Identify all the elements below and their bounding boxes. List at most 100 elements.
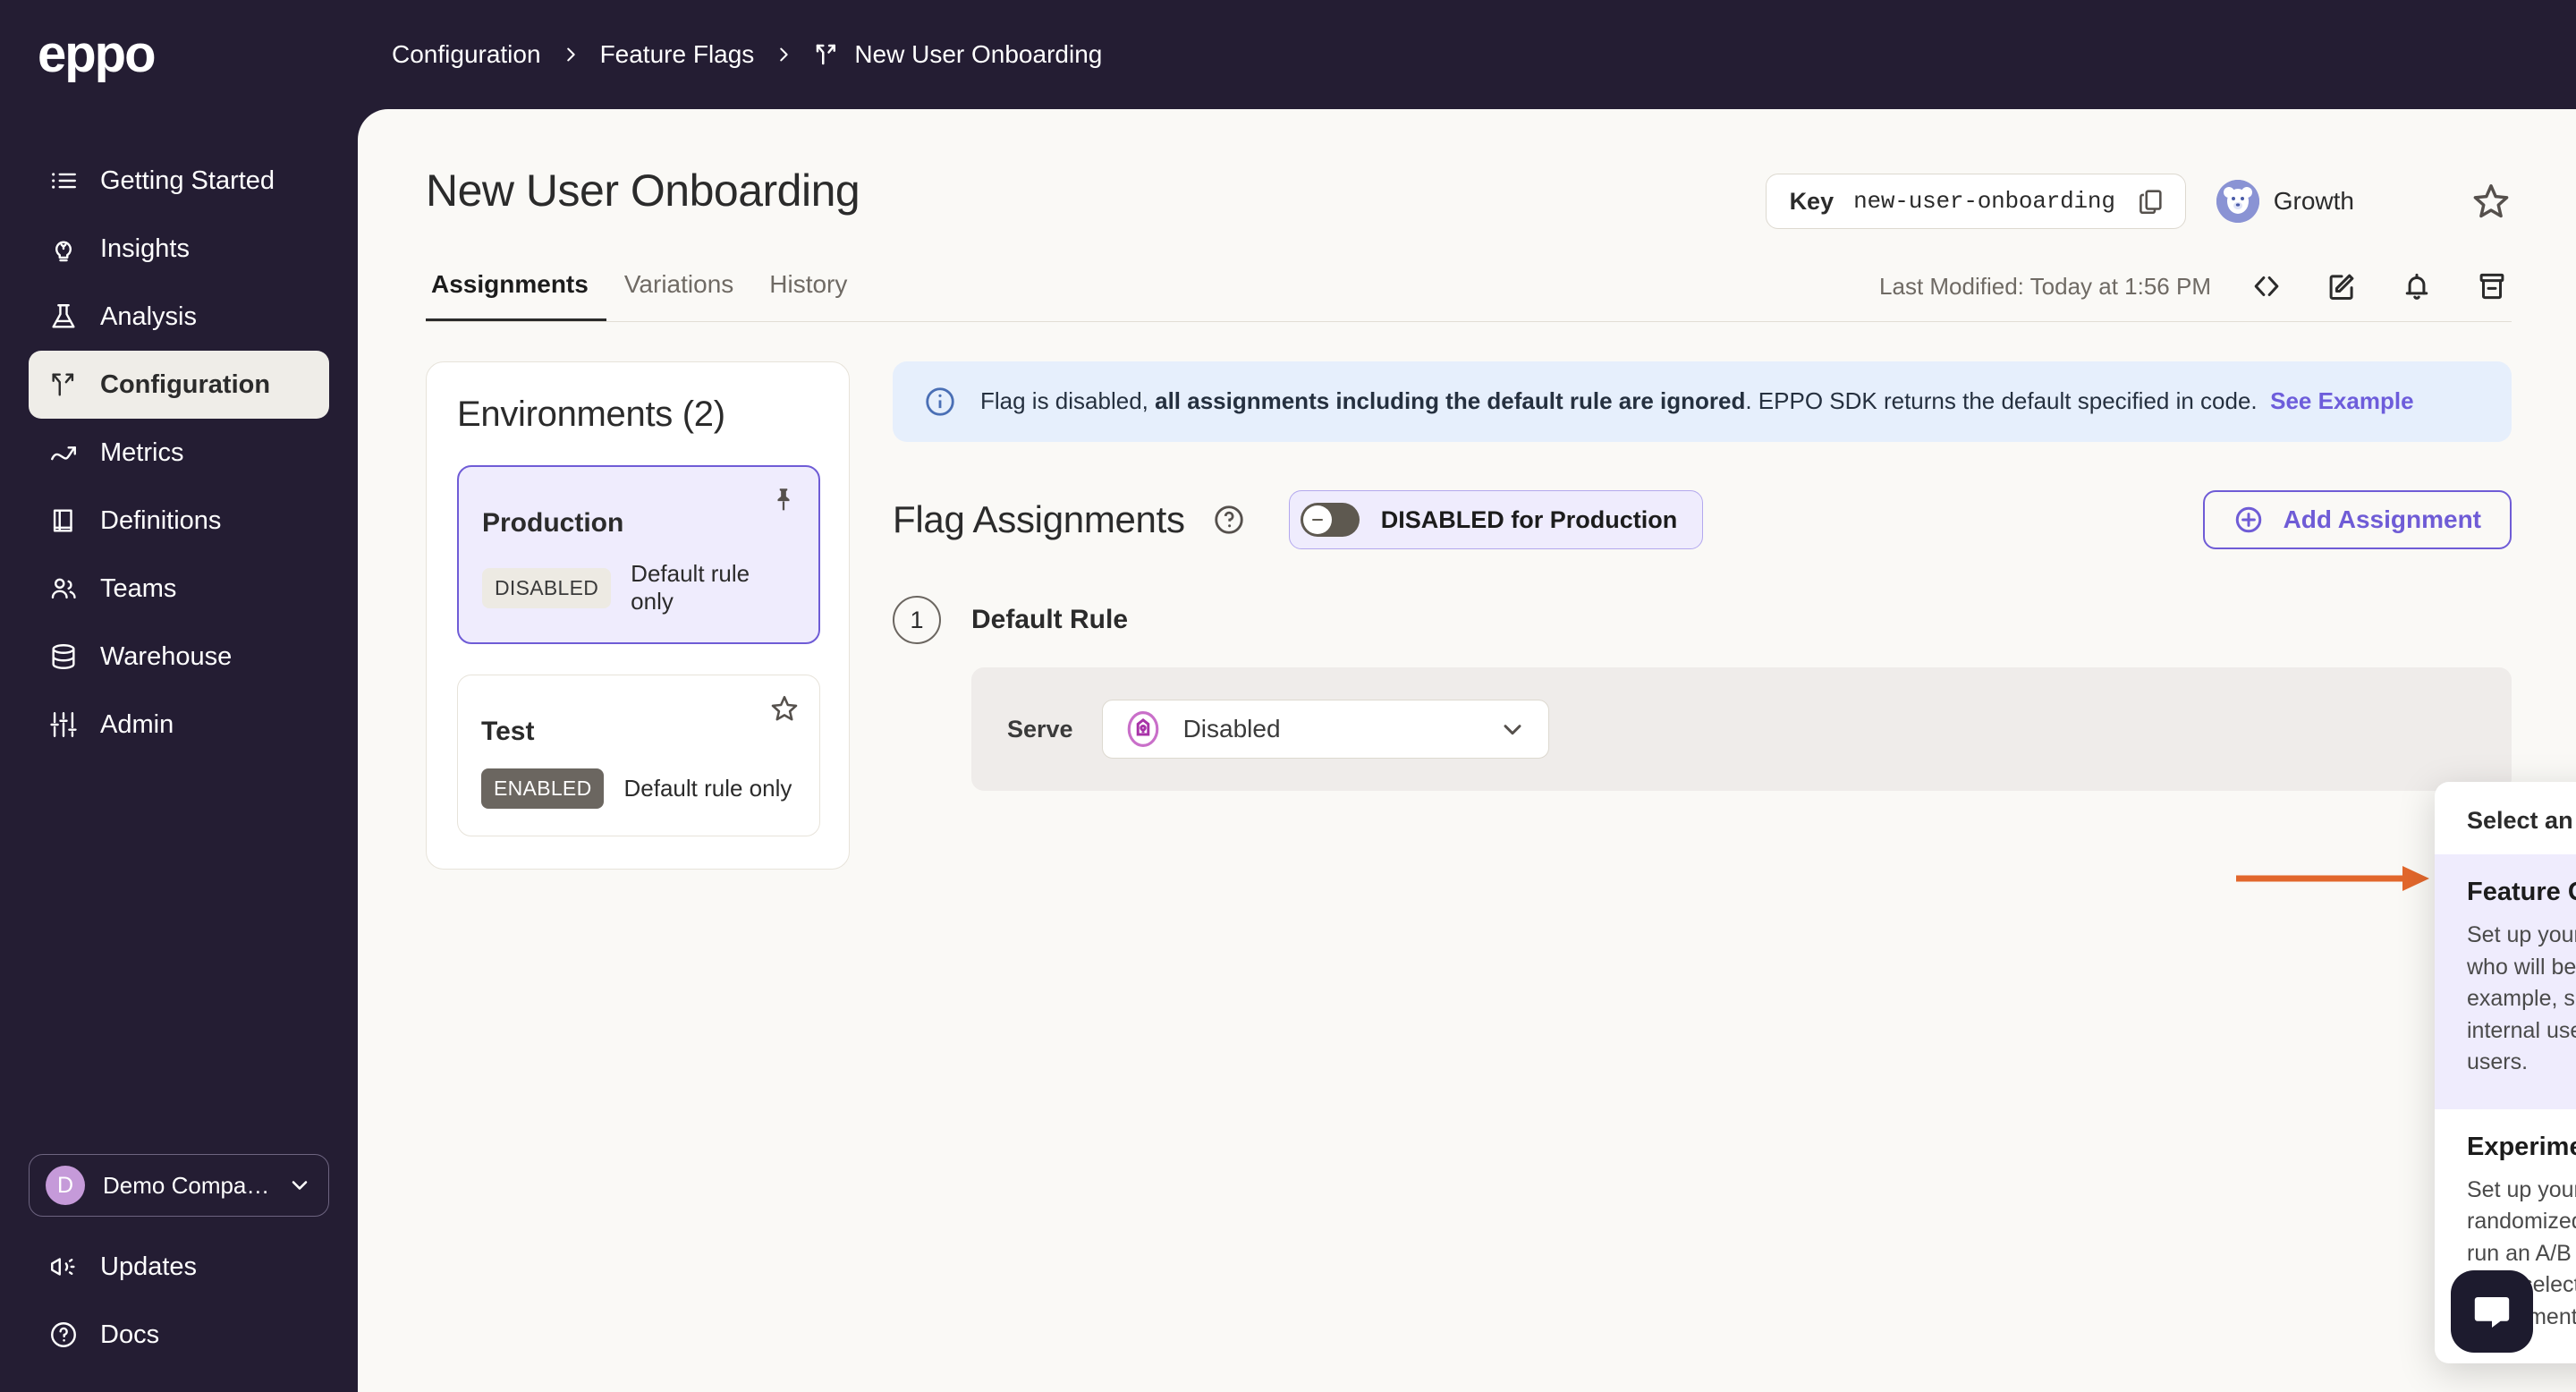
flag-key-label: Key <box>1789 187 1835 215</box>
code-brackets-icon[interactable] <box>2247 267 2286 306</box>
content-panel: New User Onboarding Key new-user-onboard… <box>358 109 2576 1392</box>
environment-card-test[interactable]: Test ENABLED Default rule only <box>457 675 820 836</box>
tab-assignments[interactable]: Assignments <box>426 270 606 322</box>
breadcrumb: Configuration Feature Flags New User Onb… <box>392 40 1102 69</box>
dropdown-header: Select an Assignment type <box>2467 807 2576 834</box>
banner-text-bold: all assignments including the default ru… <box>1155 387 1746 415</box>
flag-key-value: new-user-onboarding <box>1853 188 2115 215</box>
page-header: New User Onboarding Key new-user-onboard… <box>358 109 2576 229</box>
lightbulb-icon <box>48 233 79 264</box>
star-outline-icon[interactable] <box>2470 181 2512 222</box>
see-example-link[interactable]: See Example <box>2270 387 2413 414</box>
dropdown-option-desc: Set up your assignment to define who wil… <box>2467 922 2576 1074</box>
database-icon <box>48 641 79 672</box>
chat-launcher-button[interactable] <box>2451 1270 2533 1353</box>
add-assignment-label: Add Assignment <box>2283 505 2481 533</box>
archive-icon[interactable] <box>2472 267 2512 306</box>
list-icon <box>48 166 79 196</box>
flag-assignments-title: Flag Assignments <box>893 498 1185 540</box>
sidebar-item-configuration[interactable]: Configuration <box>29 351 329 419</box>
environment-card-production[interactable]: Production DISABLED Default rule only <box>457 465 820 644</box>
environment-meta: DISABLED Default rule only <box>482 560 795 615</box>
sidebar-item-metrics[interactable]: Metrics <box>29 419 329 487</box>
megaphone-icon <box>48 1252 79 1282</box>
serve-variant-select[interactable]: Disabled <box>1101 700 1549 759</box>
bear-avatar-icon <box>2216 180 2259 223</box>
sidebar-item-updates[interactable]: Updates <box>29 1233 329 1301</box>
serve-value: Disabled <box>1182 715 1281 743</box>
status-badge: ENABLED <box>481 768 605 809</box>
chevron-right-icon <box>561 43 580 66</box>
environments-panel: Environments (2) Production DISABLED Def… <box>426 361 850 870</box>
sidebar-nav: Getting Started Insights Analysis Config… <box>0 147 358 759</box>
chat-bubble-icon <box>2474 1297 2510 1328</box>
environment-meta: ENABLED Default rule only <box>481 768 796 809</box>
app-root: eppo Getting Started Insights Analysis C… <box>0 0 2576 1392</box>
flag-key-field: Key new-user-onboarding <box>1765 174 2186 229</box>
sidebar-item-warehouse[interactable]: Warehouse <box>29 623 329 691</box>
add-assignment-button[interactable]: Add Assignment <box>2202 490 2512 549</box>
copy-icon[interactable] <box>2135 186 2165 216</box>
eppo-logo[interactable]: eppo <box>38 29 157 81</box>
tabs-row: Assignments Variations History Last Modi… <box>358 267 2576 322</box>
environment-name: Test <box>481 717 535 746</box>
trend-icon <box>48 437 79 468</box>
main-wrapper: Configuration Feature Flags New User Onb… <box>302 0 2576 1392</box>
page-title: New User Onboarding <box>426 166 860 216</box>
topbar: Configuration Feature Flags New User Onb… <box>302 0 2576 109</box>
sidebar-item-label: Getting Started <box>100 166 275 195</box>
dropdown-option-title: Feature Gate <box>2467 878 2576 906</box>
tabs-meta: Last Modified: Today at 1:56 PM <box>1879 267 2512 322</box>
sidebar-bottom: D Demo Compa… Updates Docs <box>0 1154 358 1392</box>
pin-icon[interactable] <box>768 485 799 515</box>
sliders-icon <box>48 709 79 740</box>
star-outline-icon[interactable] <box>769 693 800 724</box>
banner-text-after: . EPPO SDK returns the default specified… <box>1745 387 2271 415</box>
environments-title: Environments (2) <box>457 395 725 434</box>
info-banner-text: Flag is disabled, all assignments includ… <box>980 386 2414 417</box>
bell-icon[interactable] <box>2397 267 2436 306</box>
environment-rule-text: Default rule only <box>631 560 750 615</box>
dropdown-option-feature-gate[interactable]: Feature Gate Set up your assignment to d… <box>2435 854 2576 1109</box>
breadcrumb-item-feature-flags[interactable]: Feature Flags <box>600 40 755 69</box>
assignments-column: Flag is disabled, all assignments includ… <box>893 361 2512 870</box>
question-circle-icon[interactable] <box>1212 503 1246 537</box>
team-chip[interactable]: Growth <box>2216 180 2354 223</box>
tab-history[interactable]: History <box>751 270 865 322</box>
sidebar-item-admin[interactable]: Admin <box>29 691 329 759</box>
flag-enabled-toggle[interactable]: DISABLED for Production <box>1288 490 1704 549</box>
page-header-actions: Key new-user-onboarding Growth <box>1765 165 2512 229</box>
org-switcher[interactable]: D Demo Compa… <box>29 1154 329 1217</box>
sidebar-item-teams[interactable]: Teams <box>29 555 329 623</box>
sidebar-item-label: Definitions <box>100 505 222 535</box>
sidebar-item-label: Insights <box>100 233 190 263</box>
avatar: D <box>46 1166 85 1205</box>
sidebar-item-getting-started[interactable]: Getting Started <box>29 147 329 215</box>
tab-variations[interactable]: Variations <box>606 270 751 322</box>
book-icon <box>48 505 79 536</box>
flag-branch-icon <box>48 369 79 400</box>
environment-name: Production <box>482 508 624 538</box>
logo-row: eppo <box>0 0 358 109</box>
dropdown-option-title: Experiment <box>2467 1132 2576 1161</box>
plus-circle-icon <box>2235 506 2261 533</box>
toggle-switch <box>1300 503 1360 537</box>
breadcrumb-item-configuration[interactable]: Configuration <box>392 40 541 69</box>
flask-icon <box>48 301 79 332</box>
toggle-label: DISABLED for Production <box>1380 505 1678 533</box>
sidebar-item-label: Teams <box>100 573 177 603</box>
sidebar-item-docs[interactable]: Docs <box>29 1301 329 1369</box>
team-name: Growth <box>2273 187 2354 215</box>
sidebar-item-analysis[interactable]: Analysis <box>29 283 329 351</box>
edit-pencil-icon[interactable] <box>2322 267 2361 306</box>
sidebar-item-label: Metrics <box>100 437 184 467</box>
tabs-divider <box>426 320 2512 322</box>
flag-assignments-header: Flag Assignments DISABLED for Production… <box>893 490 2512 549</box>
sidebar-item-label: Admin <box>100 709 174 739</box>
sidebar-item-definitions[interactable]: Definitions <box>29 487 329 555</box>
chevron-down-icon <box>287 1173 312 1198</box>
sidebar-item-insights[interactable]: Insights <box>29 215 329 283</box>
tabs: Assignments Variations History <box>426 270 865 322</box>
environment-rule-text: Default rule only <box>623 775 792 802</box>
minus-circle-icon <box>1302 505 1332 534</box>
